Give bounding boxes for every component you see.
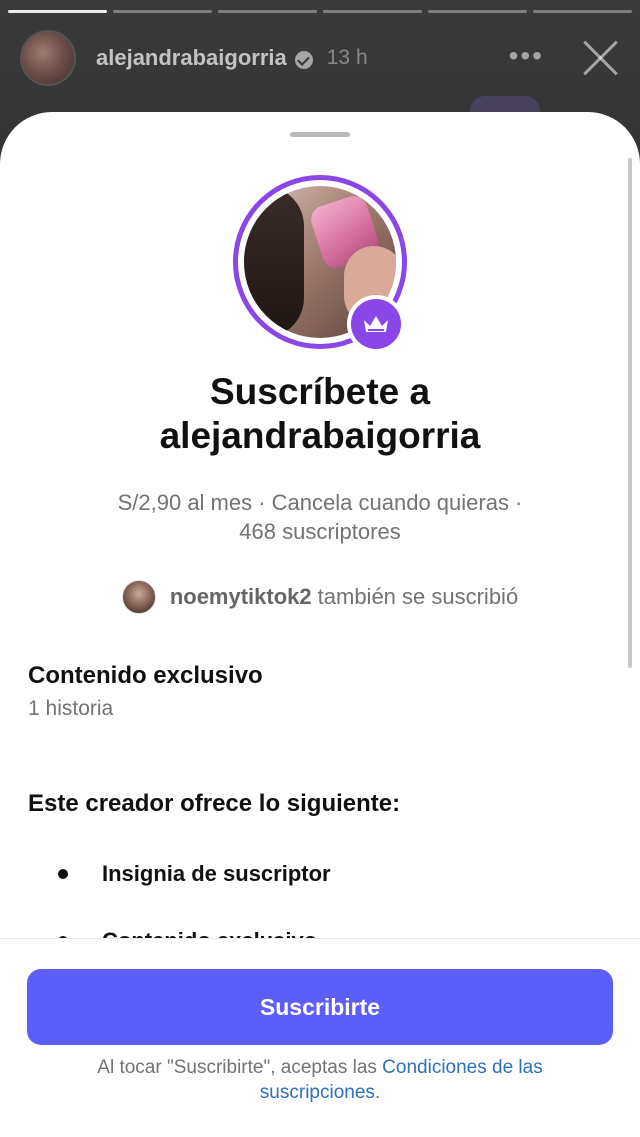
benefit-label: Insignia de suscriptor xyxy=(102,861,331,886)
price-info: S/2,90 al mes · Cancela cuando quieras · xyxy=(117,490,523,515)
offers-title: Este creador ofrece lo siguiente: xyxy=(28,790,401,817)
subscription-details: S/2,90 al mes · Cancela cuando quieras ·… xyxy=(40,488,600,546)
more-options-button[interactable]: ••• xyxy=(509,42,544,70)
bullet-icon xyxy=(58,869,68,879)
progress-segment xyxy=(218,10,317,13)
progress-segment xyxy=(323,10,422,13)
exclusive-content-count: 1 historia xyxy=(28,697,114,720)
story-header: alejandrabaigorria 13 h ••• xyxy=(20,30,620,86)
terms-prefix: Al tocar "Suscribirte", aceptas las xyxy=(97,1057,383,1078)
drag-handle[interactable] xyxy=(290,132,350,137)
subscription-sheet: Suscríbete a alejandrabaigorria S/2,90 a… xyxy=(0,112,640,1137)
subscriber-count: 468 suscriptores xyxy=(239,519,401,544)
exclusive-content-title: Contenido exclusivo xyxy=(28,662,263,689)
benefit-item: Insignia de suscriptor xyxy=(58,861,331,887)
terms-text: Al tocar "Suscribirte", aceptas las Cond… xyxy=(30,1055,610,1105)
close-icon[interactable] xyxy=(582,38,620,76)
progress-segment xyxy=(113,10,212,13)
progress-segment xyxy=(428,10,527,13)
progress-segment xyxy=(8,10,107,13)
terms-suffix: . xyxy=(374,1082,381,1103)
also-subscribed-text: también se suscribió xyxy=(317,584,519,609)
subscribe-button[interactable]: Suscribirte xyxy=(27,969,613,1045)
sheet-footer: Suscribirte Al tocar "Suscribirte", acep… xyxy=(0,938,640,1137)
title-line: Suscríbete a xyxy=(209,371,431,412)
crown-svg xyxy=(364,316,388,332)
progress-segment xyxy=(533,10,632,13)
page-title: Suscríbete a alejandrabaigorria xyxy=(0,370,640,458)
friend-avatar xyxy=(121,580,156,614)
story-time: 13 h xyxy=(326,46,368,69)
terms-link-continued[interactable]: suscripciones xyxy=(260,1082,375,1103)
story-progress-bar xyxy=(8,10,632,14)
verified-icon xyxy=(294,51,313,69)
story-avatar[interactable] xyxy=(20,30,76,86)
friend-username[interactable]: noemytiktok2 xyxy=(170,584,312,610)
story-username[interactable]: alejandrabaigorria xyxy=(96,45,287,71)
title-username: alejandrabaigorria xyxy=(159,415,481,456)
photo-hair xyxy=(244,186,304,338)
also-subscribed-row: noemytiktok2 también se suscribió xyxy=(0,580,640,614)
crown-icon xyxy=(347,295,405,353)
terms-link[interactable]: Condiciones de las xyxy=(382,1057,543,1078)
